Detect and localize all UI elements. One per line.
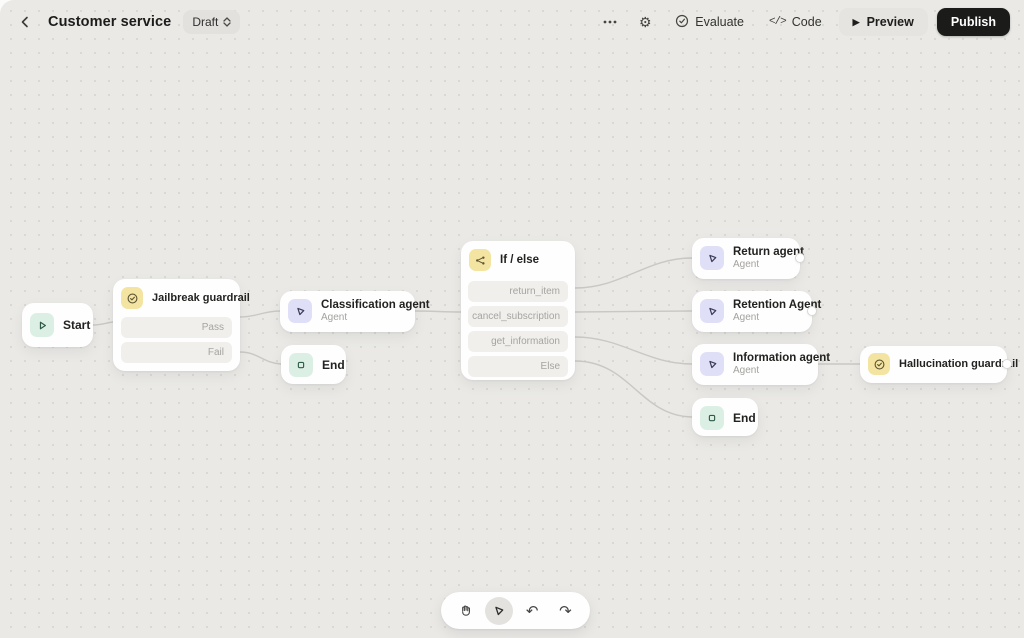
preview-label: Preview bbox=[866, 15, 914, 29]
edge-cancel-retention bbox=[574, 310, 693, 313]
agent-icon bbox=[700, 299, 724, 323]
draft-label: Draft bbox=[192, 15, 219, 29]
port-return-agent[interactable] bbox=[795, 253, 805, 263]
draft-status-dropdown[interactable]: Draft bbox=[183, 10, 241, 34]
node-title: Hallucination guardrail bbox=[899, 358, 1019, 370]
play-icon: ▶ bbox=[852, 16, 860, 27]
ifelse-row-return-item[interactable]: return_item bbox=[468, 281, 568, 302]
ifelse-row-else[interactable]: Else bbox=[468, 356, 568, 377]
redo-icon[interactable]: ↷ bbox=[551, 597, 579, 625]
code-label: Code bbox=[791, 15, 822, 29]
node-title: Information agent bbox=[733, 352, 831, 364]
code-icon: </> bbox=[768, 16, 787, 28]
node-information-agent[interactable]: Information agent Agent bbox=[692, 344, 830, 385]
node-end-right[interactable]: End bbox=[692, 398, 758, 436]
end-icon bbox=[289, 353, 313, 377]
preview-button[interactable]: ▶ Preview bbox=[838, 8, 928, 36]
node-classification-agent[interactable]: Classification agent Agent bbox=[280, 291, 430, 332]
node-title: Return agent bbox=[733, 246, 804, 258]
node-start[interactable]: Start bbox=[22, 303, 93, 347]
node-retention-agent[interactable]: Retention Agent Agent bbox=[692, 291, 821, 332]
pan-hand-icon[interactable] bbox=[452, 597, 480, 625]
node-subtitle: Agent bbox=[733, 259, 760, 270]
workflow-canvas[interactable]: Customer service Draft ⚙ Evaluate </> Co… bbox=[0, 0, 1024, 638]
edge-getinfo-information bbox=[574, 336, 693, 365]
edge-returnitem-returnagent bbox=[574, 257, 693, 289]
publish-button[interactable]: Publish bbox=[936, 8, 1010, 36]
agent-icon bbox=[700, 246, 724, 270]
port-hallucination-guardrail[interactable] bbox=[1002, 359, 1012, 369]
start-icon bbox=[30, 313, 54, 337]
end-label: End bbox=[322, 358, 345, 372]
guardrail-icon bbox=[121, 287, 143, 309]
edge-else-end bbox=[574, 360, 693, 418]
undo-icon[interactable]: ↶ bbox=[518, 597, 546, 625]
back-icon[interactable] bbox=[14, 11, 36, 33]
node-title: Jailbreak guardrail bbox=[152, 292, 250, 304]
node-hallucination-guardrail[interactable]: Hallucination guardrail bbox=[860, 346, 1018, 383]
evaluate-button[interactable]: Evaluate bbox=[667, 8, 752, 37]
node-jailbreak-guardrail[interactable]: Jailbreak guardrail Pass Fail bbox=[113, 279, 250, 371]
agent-icon bbox=[288, 299, 312, 323]
evaluate-icon bbox=[675, 14, 689, 31]
edge-fail-end bbox=[239, 351, 282, 365]
evaluate-label: Evaluate bbox=[695, 15, 744, 29]
node-if-else[interactable]: If / else return_item cancel_subscriptio… bbox=[461, 241, 575, 380]
header: Customer service Draft ⚙ Evaluate </> Co… bbox=[0, 0, 1024, 44]
jailbreak-row-fail[interactable]: Fail bbox=[121, 342, 232, 363]
end-icon bbox=[700, 406, 724, 430]
node-subtitle: Agent bbox=[733, 365, 760, 376]
node-title: If / else bbox=[500, 254, 539, 266]
node-subtitle: Agent bbox=[321, 312, 348, 323]
code-button[interactable]: </> Code bbox=[761, 9, 830, 35]
if-else-icon bbox=[469, 249, 491, 271]
select-cursor-icon[interactable] bbox=[484, 596, 513, 625]
agent-icon bbox=[700, 352, 724, 376]
node-end-left[interactable]: End bbox=[281, 345, 346, 384]
gear-icon[interactable]: ⚙ bbox=[632, 9, 658, 35]
canvas-toolbar: ↶ ↷ bbox=[441, 592, 590, 629]
page-title: Customer service bbox=[48, 14, 172, 30]
jailbreak-row-pass[interactable]: Pass bbox=[121, 317, 232, 338]
port-retention-agent[interactable] bbox=[807, 306, 817, 316]
edge-pass-classification bbox=[239, 310, 281, 318]
more-icon[interactable] bbox=[597, 9, 623, 35]
edge-start-jailbreak bbox=[92, 321, 114, 326]
ifelse-row-get-information[interactable]: get_information bbox=[468, 331, 568, 352]
guardrail-icon bbox=[868, 353, 890, 375]
end-label: End bbox=[733, 411, 756, 425]
node-return-agent[interactable]: Return agent Agent bbox=[692, 238, 804, 279]
start-label: Start bbox=[63, 318, 91, 332]
chevron-updown-icon bbox=[223, 17, 231, 27]
ifelse-row-cancel-subscription[interactable]: cancel_subscription bbox=[468, 306, 568, 327]
node-title: Classification agent bbox=[321, 299, 430, 311]
